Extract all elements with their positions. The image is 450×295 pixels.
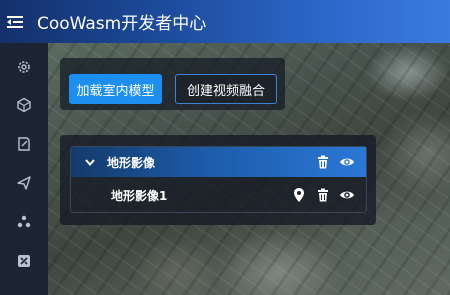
layer-tree: 地形影像 地形影像1: [70, 146, 367, 213]
delete-icon[interactable]: [315, 154, 331, 170]
cluster-icon[interactable]: [14, 212, 34, 232]
tools-icon[interactable]: [14, 251, 34, 271]
edit-icon[interactable]: [14, 134, 34, 154]
chevron-down-icon[interactable]: [84, 156, 96, 168]
tree-node-label: 地形影像: [107, 155, 156, 170]
cube-icon[interactable]: [14, 95, 34, 115]
eye-icon[interactable]: [339, 154, 355, 170]
delete-icon[interactable]: [315, 187, 331, 203]
tree-node-label: 地形影像1: [111, 188, 168, 203]
app-header: CooWasm开发者中心: [0, 0, 450, 43]
sidebar: [0, 43, 48, 295]
toolbar-panel: 加载室内模型 创建视频融合: [60, 58, 285, 110]
create-video-fusion-button[interactable]: 创建视频融合: [175, 74, 277, 104]
tree-node-terrain[interactable]: 地形影像: [71, 147, 366, 177]
load-indoor-model-button[interactable]: 加载室内模型: [69, 74, 162, 104]
layer-tree-panel: 地形影像 地形影像1: [60, 135, 376, 225]
eye-icon[interactable]: [339, 187, 355, 203]
app-title: CooWasm开发者中心: [37, 14, 207, 34]
menu-fold-icon[interactable]: [7, 15, 23, 29]
tree-node-terrain-child[interactable]: 地形影像1: [71, 180, 366, 210]
send-icon[interactable]: [14, 173, 34, 193]
location-pin-icon[interactable]: [291, 187, 307, 203]
settings-icon[interactable]: [14, 57, 34, 77]
